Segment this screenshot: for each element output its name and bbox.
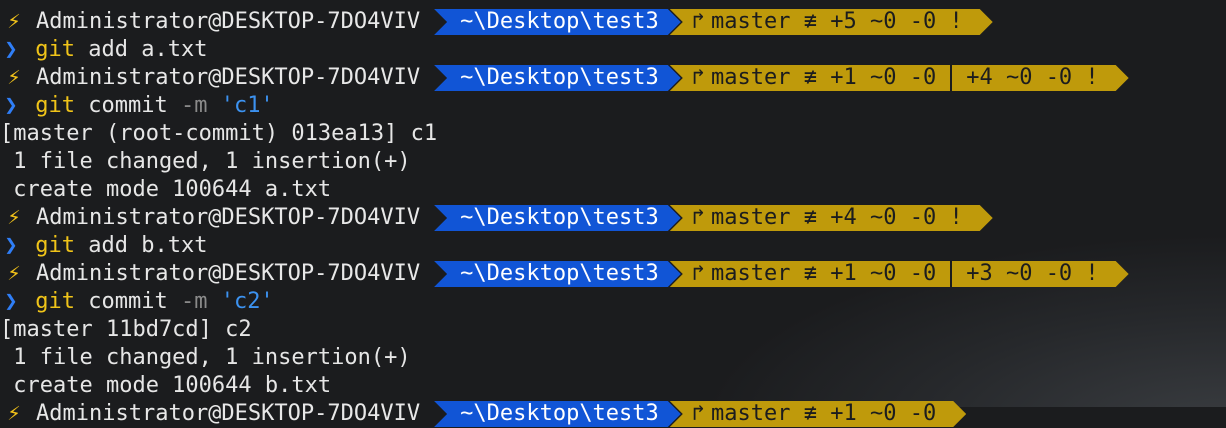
command-args: add a.txt (74, 37, 208, 62)
git-status-segment: ↱ master ≢ +5 ~0 -0 ! (670, 9, 993, 35)
command-string: 'c1' (207, 93, 274, 118)
command-name: git (22, 233, 75, 258)
user-host: Administrator@DESKTOP-7DO4VIV (36, 9, 421, 34)
output-line: [master (root-commit) 013ea13] c1 (0, 121, 438, 146)
branch-icon: ↱ (691, 9, 706, 34)
path-segment: ~\Desktop\test3 (434, 261, 681, 287)
prompt-chevron-icon: ❯ (4, 289, 18, 314)
git-status-text: master ≢ +1 ~0 -0 (711, 261, 937, 286)
output-line: 1 file changed, 1 insertion(+) (0, 149, 411, 174)
lightning-icon: ⚡ (7, 401, 21, 426)
command-line[interactable]: ❯ git add b.txt (0, 232, 207, 260)
branch-icon: ↱ (691, 65, 706, 90)
prompt-line-partial: ⚡ Administrator@DESKTOP-7DO4VIV ~\Desktop\… (0, 400, 966, 428)
user-host: Administrator@DESKTOP-7DO4VIV (36, 65, 421, 90)
command-flag: -m (167, 93, 208, 118)
output-line: create mode 100644 b.txt (0, 373, 332, 398)
git-status-separator (950, 65, 952, 91)
path-segment: ~\Desktop\test3 (434, 65, 681, 91)
path-segment: ~\Desktop\test3 (434, 205, 681, 231)
lightning-icon: ⚡ (7, 261, 21, 286)
path-segment: ~\Desktop\test3 (434, 9, 681, 35)
command-name: git (22, 289, 75, 314)
git-status-segment: ↱ master ≢ +1 ~0 -0 +4 ~0 -0 ! (670, 65, 1129, 91)
branch-icon: ↱ (691, 205, 706, 230)
user-host: Administrator@DESKTOP-7DO4VIV (36, 261, 421, 286)
lightning-icon: ⚡ (7, 205, 21, 230)
lightning-icon: ⚡ (7, 65, 21, 90)
command-args: commit (74, 93, 168, 118)
git-status-extra: +4 ~0 -0 ! (966, 65, 1099, 90)
prompt-line: ⚡ Administrator@DESKTOP-7DO4VIV ~\Desktop\… (0, 8, 993, 36)
command-string: 'c2' (207, 289, 274, 314)
command-name: git (22, 93, 75, 118)
command-name: git (22, 37, 75, 62)
prompt-chevron-icon: ❯ (4, 233, 18, 258)
output-line: 1 file changed, 1 insertion(+) (0, 345, 411, 370)
prompt-chevron-icon: ❯ (4, 37, 18, 62)
git-status-segment: ↱ master ≢ +1 ~0 -0 +3 ~0 -0 ! (670, 261, 1129, 287)
git-status-segment: ↱ master ≢ +1 ~0 -0 (670, 401, 966, 427)
command-args: commit (74, 289, 168, 314)
command-line[interactable]: ❯ git commit -m 'c1' (0, 92, 274, 120)
prompt-line: ⚡ Administrator@DESKTOP-7DO4VIV ~\Desktop\… (0, 260, 1129, 288)
git-status-segment: ↱ master ≢ +4 ~0 -0 ! (670, 205, 993, 231)
git-status-extra: +3 ~0 -0 ! (966, 261, 1099, 286)
prompt-chevron-icon: ❯ (4, 93, 18, 118)
git-status-text: master ≢ +5 ~0 -0 ! (711, 9, 963, 34)
output-line: [master 11bd7cd] c2 (0, 317, 252, 342)
git-status-text: master ≢ +1 ~0 -0 (711, 401, 937, 426)
command-flag: -m (167, 289, 208, 314)
branch-icon: ↱ (691, 261, 706, 286)
lightning-icon: ⚡ (7, 9, 21, 34)
branch-icon: ↱ (691, 401, 706, 426)
terminal-window[interactable]: ⚡ Administrator@DESKTOP-7DO4VIV ~\Desktop\… (0, 0, 1226, 407)
git-status-text: master ≢ +4 ~0 -0 ! (711, 205, 963, 230)
prompt-line: ⚡ Administrator@DESKTOP-7DO4VIV ~\Desktop\… (0, 204, 993, 232)
user-host: Administrator@DESKTOP-7DO4VIV (36, 205, 421, 230)
output-line: create mode 100644 a.txt (0, 177, 332, 202)
command-line[interactable]: ❯ git commit -m 'c2' (0, 288, 274, 316)
git-status-text: master ≢ +1 ~0 -0 (711, 65, 937, 90)
command-args: add b.txt (74, 233, 208, 258)
command-line[interactable]: ❯ git add a.txt (0, 36, 207, 64)
prompt-line: ⚡ Administrator@DESKTOP-7DO4VIV ~\Desktop\… (0, 64, 1129, 92)
user-host: Administrator@DESKTOP-7DO4VIV (36, 401, 421, 426)
path-segment: ~\Desktop\test3 (434, 401, 681, 427)
git-status-separator (950, 261, 952, 287)
